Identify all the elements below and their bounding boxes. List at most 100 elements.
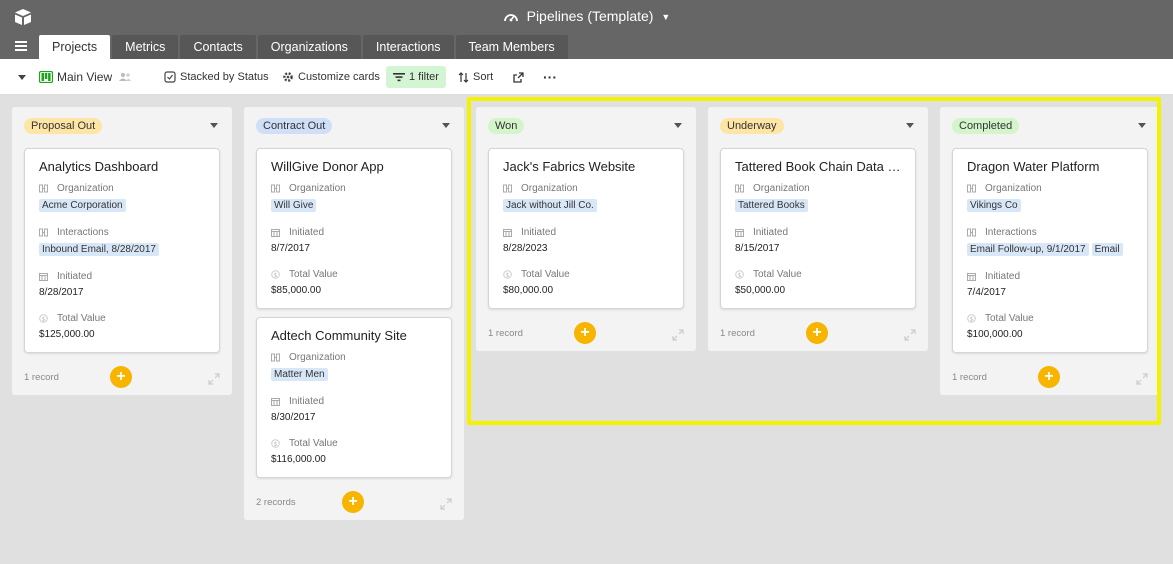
field-label: Organization	[271, 183, 437, 194]
board-column: Won Jack's Fabrics Website Organization Jac…	[476, 107, 696, 351]
field-label: Initiated	[271, 227, 437, 238]
record-card[interactable]: Dragon Water Platform Organization Vikings…	[952, 148, 1148, 353]
field-value: Matter Men	[271, 368, 437, 381]
field-label: $ Total Value	[271, 269, 437, 280]
field-label-text: Organization	[753, 183, 810, 194]
expand-icon[interactable]	[1136, 372, 1148, 385]
status-badge: Completed	[952, 118, 1020, 134]
linked-record-chip: Email Follow-up, 9/1/2017	[967, 243, 1089, 256]
svg-text:$: $	[274, 441, 278, 448]
filter-label: 1 filter	[409, 71, 439, 83]
filter-icon	[393, 73, 405, 82]
field-value: Jack without Jill Co.	[503, 199, 669, 212]
card-field: $ Total Value $100,000.00	[967, 313, 1133, 340]
add-record-button[interactable]: +	[342, 491, 364, 513]
svg-text:$: $	[274, 272, 278, 279]
field-label-text: Interactions	[57, 227, 109, 238]
card-field: Initiated 8/28/2023	[503, 227, 669, 254]
view-switcher[interactable]: Main View	[17, 59, 136, 95]
calendar-icon	[271, 228, 285, 237]
base-title-text: Pipelines (Template)	[526, 8, 654, 24]
field-label-text: Total Value	[521, 269, 570, 280]
filter-button[interactable]: 1 filter	[386, 66, 446, 88]
svg-text:$: $	[738, 272, 742, 279]
expand-icon[interactable]	[440, 497, 452, 510]
board-column: Contract Out WillGive Donor App Organizati…	[244, 107, 464, 520]
linked-record-chip: Acme Corporation	[39, 199, 126, 212]
add-record-button[interactable]: +	[806, 322, 828, 344]
hamburger-menu-icon[interactable]	[15, 41, 27, 52]
currency-icon: $	[967, 314, 981, 323]
chevron-down-icon[interactable]	[1138, 123, 1146, 128]
field-label-text: Initiated	[521, 227, 557, 238]
card-field: Organization Will Give	[271, 183, 437, 212]
base-title[interactable]: Pipelines (Template) ▼	[0, 8, 1173, 24]
tab-organizations[interactable]: Organizations	[257, 35, 361, 59]
column-footer: 1 record +	[708, 317, 928, 351]
tab-interactions[interactable]: Interactions	[362, 35, 454, 59]
add-record-button[interactable]: +	[574, 322, 596, 344]
field-label-text: Initiated	[57, 271, 93, 282]
chevron-down-icon[interactable]	[442, 123, 450, 128]
linked-record-chip: Matter Men	[271, 368, 328, 381]
calendar-icon	[271, 397, 285, 406]
tab-projects[interactable]: Projects	[39, 35, 111, 59]
field-value: $100,000.00	[967, 329, 1023, 340]
table-tabs: Projects Metrics Contacts Organizations …	[39, 35, 570, 59]
currency-icon: $	[271, 270, 285, 279]
record-card[interactable]: Jack's Fabrics Website Organization Jack w…	[488, 148, 684, 309]
card-field: Organization Jack without Jill Co.	[503, 183, 669, 212]
record-card[interactable]: WillGive Donor App Organization Will Give I…	[256, 148, 452, 309]
card-field: Organization Vikings Co	[967, 183, 1133, 212]
link-icon	[967, 228, 981, 237]
expand-icon[interactable]	[672, 328, 684, 341]
view-name: Main View	[57, 70, 113, 84]
kanban-icon	[39, 71, 53, 83]
board-column: Completed Dragon Water Platform Organizati…	[940, 107, 1160, 395]
add-record-button[interactable]: +	[110, 366, 132, 388]
board-column: Underway Tattered Book Chain Data Migrati…	[708, 107, 928, 351]
record-card[interactable]: Adtech Community Site Organization Matter …	[256, 317, 452, 478]
field-label: Organization	[271, 352, 437, 363]
chevron-down-icon[interactable]	[906, 123, 914, 128]
stacked-by-button[interactable]: Stacked by Status	[164, 59, 269, 95]
currency-icon: $	[735, 270, 749, 279]
link-icon	[735, 184, 749, 193]
record-count: 1 record	[952, 372, 987, 383]
linked-record-chip: Tattered Books	[735, 199, 808, 212]
record-count: 1 record	[488, 328, 523, 339]
status-badge: Contract Out	[256, 118, 333, 134]
card-field: Interactions Inbound Email, 8/28/2017	[39, 227, 205, 256]
calendar-icon	[735, 228, 749, 237]
field-value: 8/28/2017	[39, 287, 84, 298]
add-record-button[interactable]: +	[1038, 366, 1060, 388]
field-label-text: Initiated	[753, 227, 789, 238]
field-label: Organization	[39, 183, 205, 194]
expand-icon[interactable]	[208, 372, 220, 385]
record-card[interactable]: Tattered Book Chain Data Migration Organi…	[720, 148, 916, 309]
expand-icon[interactable]	[904, 328, 916, 341]
field-label-text: Total Value	[57, 313, 106, 324]
currency-icon: $	[271, 439, 285, 448]
field-value: $85,000.00	[271, 285, 322, 296]
share-icon	[513, 71, 524, 83]
field-value: $125,000.00	[39, 329, 95, 340]
column-footer: 1 record +	[12, 361, 232, 395]
linked-record-chip: Vikings Co	[967, 199, 1021, 212]
tab-team-members[interactable]: Team Members	[455, 35, 568, 59]
column-footer: 1 record +	[940, 361, 1160, 395]
linked-record-chip: Email	[1091, 243, 1123, 256]
field-label: Interactions	[39, 227, 205, 238]
chevron-down-icon[interactable]	[210, 123, 218, 128]
share-view-button[interactable]	[513, 59, 528, 95]
sort-button[interactable]: Sort	[458, 59, 493, 95]
more-options-icon[interactable]: ···	[543, 59, 557, 95]
record-card[interactable]: Analytics Dashboard Organization Acme Corp…	[24, 148, 220, 353]
tab-metrics[interactable]: Metrics	[112, 35, 179, 59]
chevron-down-icon[interactable]	[674, 123, 682, 128]
field-label-text: Total Value	[753, 269, 802, 280]
customize-cards-button[interactable]: Customize cards	[282, 59, 380, 95]
record-count: 1 record	[720, 328, 755, 339]
linked-record-chip: Jack without Jill Co.	[503, 199, 597, 212]
tab-contacts[interactable]: Contacts	[180, 35, 256, 59]
